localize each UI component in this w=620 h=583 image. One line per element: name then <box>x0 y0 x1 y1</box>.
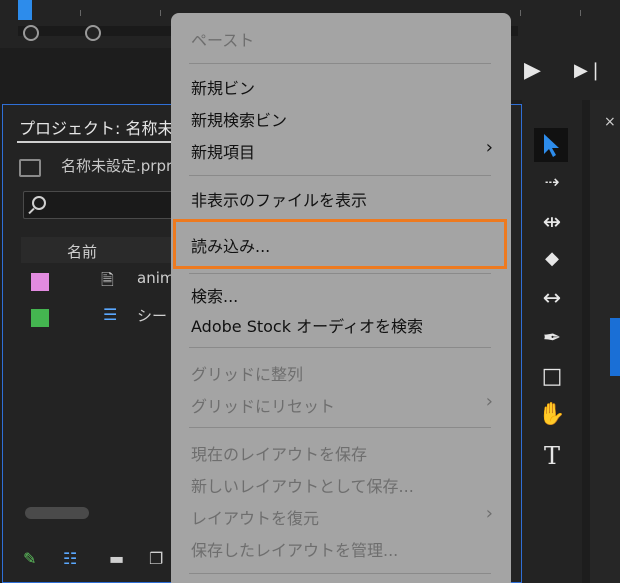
menu-separator <box>189 175 491 176</box>
list-header: 名前 <box>21 237 181 263</box>
play-icon[interactable]: ▶ <box>524 58 541 83</box>
menu-item-new-item[interactable]: 新規項目 <box>191 139 255 163</box>
menu-separator <box>189 573 491 574</box>
menu-separator <box>189 273 491 274</box>
menu-separator <box>189 347 491 348</box>
transport-controls: ▶ ▶❘ <box>510 48 620 100</box>
selection-tool[interactable] <box>534 128 568 162</box>
menu-item-new-bin[interactable]: 新規ビン <box>191 75 255 99</box>
selected-clip[interactable] <box>610 318 620 376</box>
horizontal-scrollbar[interactable] <box>25 507 89 519</box>
playhead[interactable] <box>18 0 32 20</box>
rectangle-icon[interactable]: □ <box>538 364 566 392</box>
list-item[interactable]: ☰ シー <box>21 301 181 333</box>
menu-separator <box>189 63 491 64</box>
ruler-tick <box>580 10 581 16</box>
chevron-right-icon: › <box>485 391 493 412</box>
label-color-swatch[interactable] <box>31 309 49 327</box>
ruler-tick <box>80 10 81 16</box>
label-color-swatch[interactable] <box>31 273 49 291</box>
out-point-handle[interactable] <box>85 25 101 41</box>
list-item[interactable]: 🗎 anima <box>21 265 184 297</box>
item-name: シー <box>137 307 168 325</box>
type-icon[interactable]: T <box>538 442 566 470</box>
track-select-icon[interactable]: ⇢ <box>538 172 566 200</box>
ripple-edit-icon[interactable]: ⇹ <box>538 210 566 238</box>
context-menu: ペースト 新規ビン 新規検索ビン 新規項目 › 非表示のファイルを表示 読み込み… <box>171 13 511 583</box>
menu-item-paste[interactable]: ペースト <box>191 27 254 51</box>
close-icon[interactable]: × <box>604 114 616 130</box>
menu-item-manage-layouts[interactable]: 保存したレイアウトを管理... <box>191 537 398 561</box>
razor-icon[interactable]: ◆ <box>538 248 566 276</box>
menu-item-adobe-stock-audio[interactable]: Adobe Stock オーディオを検索 <box>191 313 423 337</box>
search-icon <box>32 196 46 210</box>
menu-item-import[interactable]: 読み込み... <box>191 233 270 257</box>
document-hand-icon: 🗎 <box>101 270 114 289</box>
list-view-icon[interactable]: ☷ <box>63 549 77 568</box>
freeform-view-icon[interactable]: ❐ <box>149 549 163 568</box>
tools-panel: ⇢ ⇹ ◆ ↔ ✒ □ ✋ T <box>522 100 582 583</box>
ruler-tick <box>520 10 521 16</box>
step-forward-icon[interactable]: ▶❘ <box>574 60 603 81</box>
active-tab-underline <box>17 141 177 143</box>
menu-item-new-search-bin[interactable]: 新規検索ビン <box>191 107 287 131</box>
menu-item-save-as-new-layout[interactable]: 新しいレイアウトとして保存... <box>191 473 414 497</box>
sequence-icon: ☰ <box>103 305 118 324</box>
slip-icon[interactable]: ↔ <box>538 286 566 314</box>
menu-item-align-to-grid[interactable]: グリッドに整列 <box>191 361 303 385</box>
search-input[interactable] <box>23 191 183 219</box>
pen-icon[interactable]: ✒ <box>538 326 566 354</box>
project-file-name: 名称未設定.prpr <box>61 157 173 175</box>
hand-icon[interactable]: ✋ <box>538 402 566 430</box>
menu-item-show-hidden-files[interactable]: 非表示のファイルを表示 <box>191 187 367 211</box>
in-point-handle[interactable] <box>23 25 39 41</box>
chevron-right-icon: › <box>485 503 493 524</box>
right-panel: × <box>590 100 620 583</box>
arrow-cursor-icon <box>544 134 559 157</box>
menu-separator <box>189 427 491 428</box>
menu-item-find[interactable]: 検索... <box>191 283 238 307</box>
ruler-tick <box>160 10 161 16</box>
menu-item-restore-layout[interactable]: レイアウトを復元 <box>191 505 319 529</box>
pencil-icon[interactable]: ✎ <box>23 549 36 568</box>
menu-item-save-layout[interactable]: 現在のレイアウトを保存 <box>191 441 367 465</box>
icon-view-icon[interactable]: ▬ <box>109 549 124 568</box>
project-panel-title[interactable]: プロジェクト: 名称未 <box>19 115 173 139</box>
folder-up-icon[interactable] <box>19 159 41 177</box>
chevron-right-icon: › <box>485 137 493 158</box>
menu-item-reset-to-grid[interactable]: グリッドにリセット <box>191 393 335 417</box>
column-header-name[interactable]: 名前 <box>67 241 97 262</box>
